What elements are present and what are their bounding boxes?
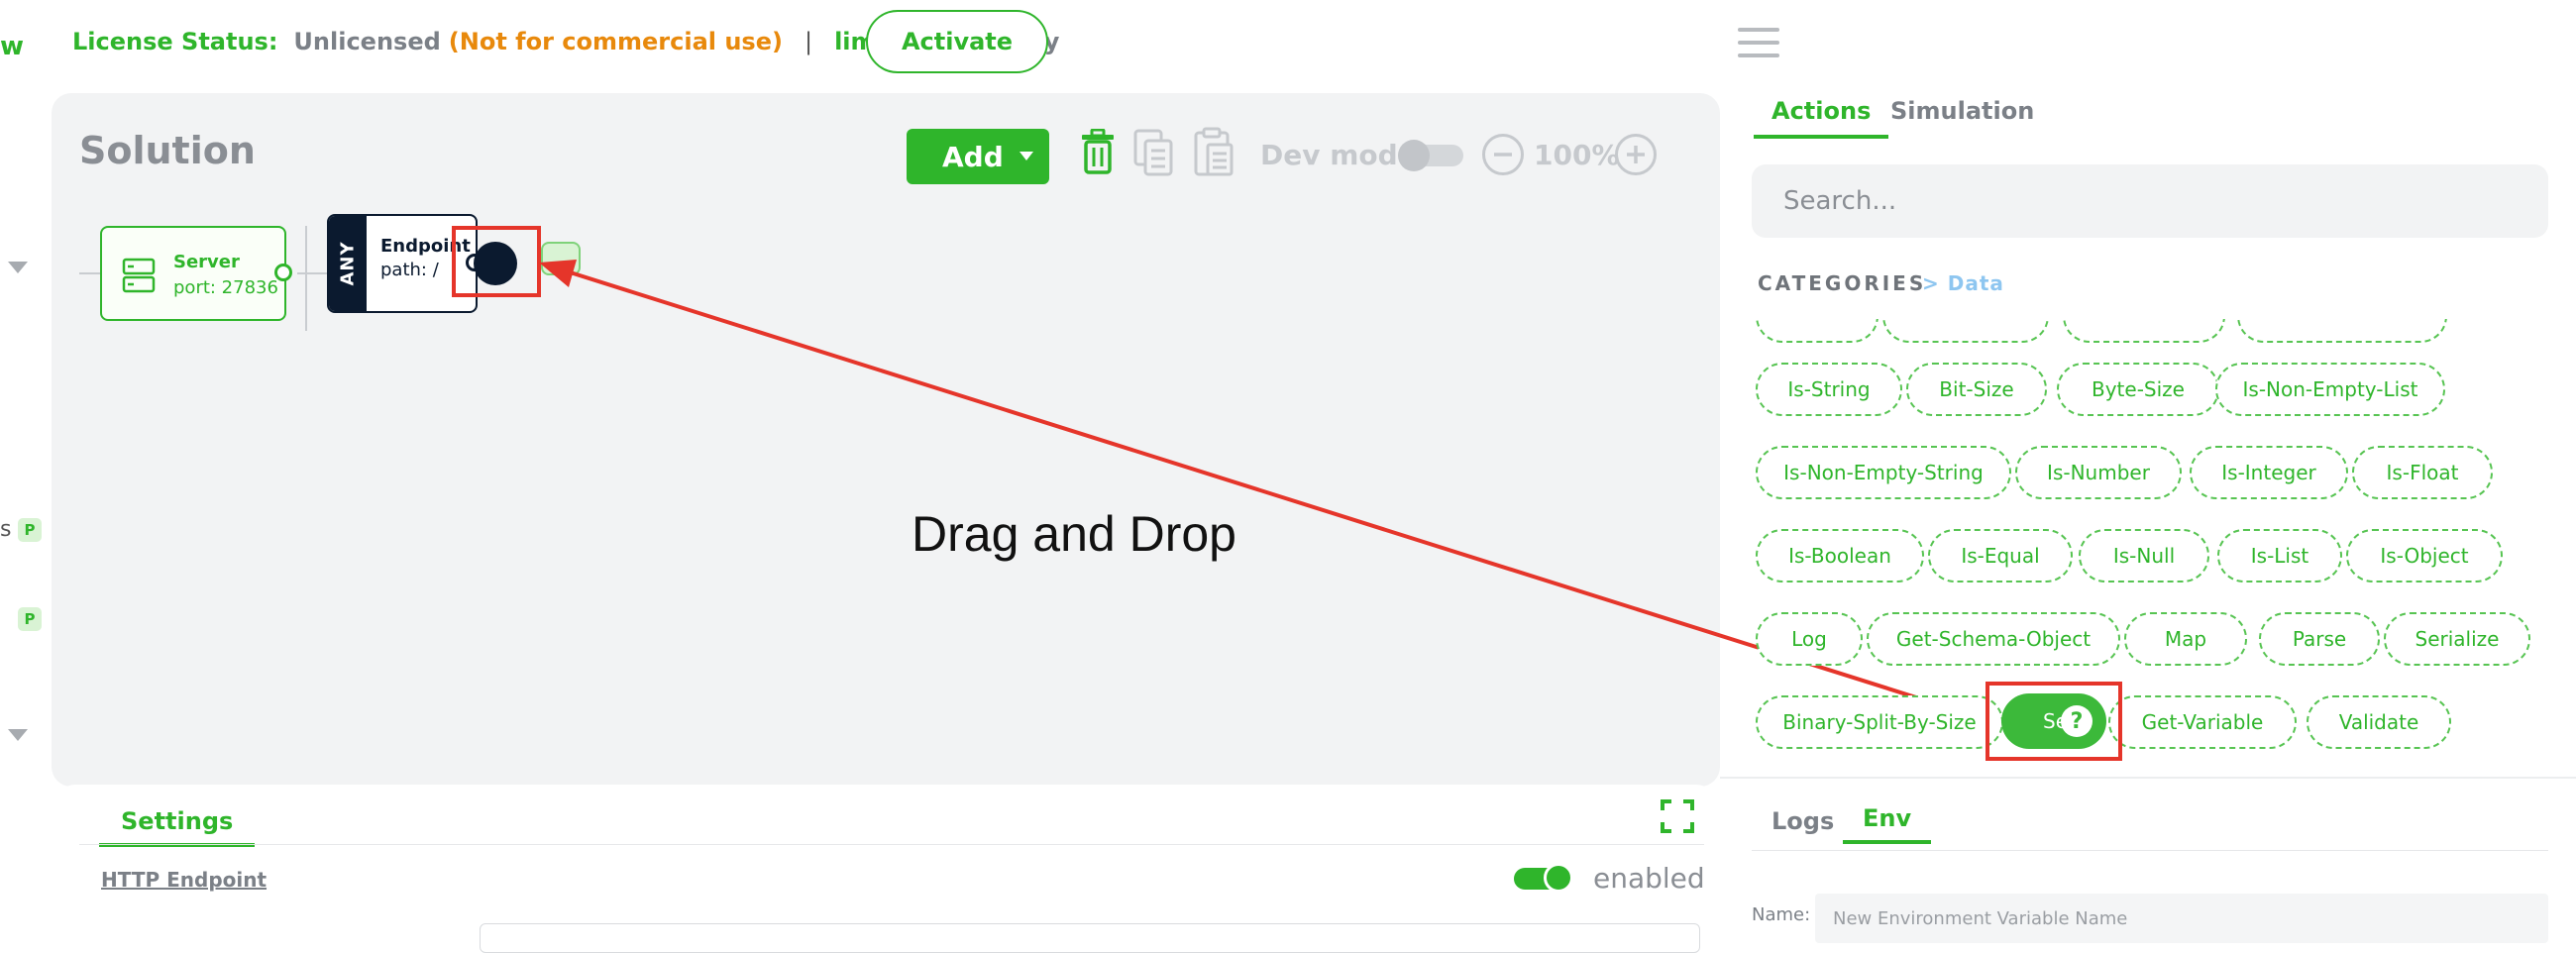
action-chip[interactable] xyxy=(1882,319,2049,343)
tab-settings[interactable]: Settings xyxy=(99,807,256,847)
tab-actions[interactable]: Actions xyxy=(1754,97,1889,139)
tab-env[interactable]: Env xyxy=(1843,804,1932,844)
action-chip[interactable]: Is-List xyxy=(2217,529,2342,582)
action-chip[interactable]: Parse xyxy=(2259,612,2380,666)
env-name-label: Name: xyxy=(1752,904,1811,925)
enabled-toggle[interactable] xyxy=(1514,863,1573,893)
tab-logs[interactable]: Logs xyxy=(1771,807,1834,835)
action-chip[interactable]: Byte-Size xyxy=(2057,363,2219,416)
action-chip[interactable]: Binary-Split-By-Size xyxy=(1756,695,2003,749)
tab-simulation[interactable]: Simulation xyxy=(1890,97,2034,125)
action-chip[interactable]: Validate xyxy=(2307,695,2451,749)
toggle-knob xyxy=(1544,863,1573,893)
settings-field[interactable] xyxy=(480,923,1700,953)
action-chip[interactable]: Is-Non-Empty-List xyxy=(2215,363,2445,416)
env-name-input[interactable]: New Environment Variable Name xyxy=(1815,894,2548,943)
action-chip[interactable] xyxy=(2063,319,2225,343)
action-chip[interactable]: Get-Schema-Object xyxy=(1867,612,2120,666)
actions-list[interactable]: Is-String Bit-Size Byte-Size Is-Non-Empt… xyxy=(1746,319,2548,775)
categories-breadcrumb[interactable]: > Data xyxy=(1922,271,2004,295)
action-chip[interactable]: Is-Null xyxy=(2079,529,2209,582)
action-chip[interactable]: Is-Integer xyxy=(2190,446,2348,499)
action-chip[interactable] xyxy=(1756,319,1878,343)
menu-icon-bar xyxy=(1738,53,1779,57)
divider xyxy=(79,844,1704,845)
menu-icon[interactable] xyxy=(1738,28,1779,59)
action-chip[interactable]: Get-Variable xyxy=(2108,695,2297,749)
action-chip[interactable]: Is-String xyxy=(1756,363,1902,416)
action-chip[interactable]: Is-Float xyxy=(2352,446,2493,499)
menu-icon-bar xyxy=(1738,41,1779,45)
http-endpoint-link[interactable]: HTTP Endpoint xyxy=(101,868,267,892)
action-chip[interactable]: Bit-Size xyxy=(1906,363,2047,416)
action-chip[interactable]: Is-Boolean xyxy=(1756,529,1924,582)
divider xyxy=(1752,850,2548,851)
action-chip[interactable]: Is-Object xyxy=(2346,529,2503,582)
fullscreen-icon[interactable] xyxy=(1660,798,1695,834)
action-chip[interactable]: Is-Non-Empty-String xyxy=(1756,446,2011,499)
action-chip[interactable]: Log xyxy=(1756,612,1863,666)
action-chip[interactable]: Is-Equal xyxy=(1928,529,2073,582)
actions-search-input[interactable]: Search... xyxy=(1752,164,2548,238)
categories-label: CATEGORIES xyxy=(1758,271,1927,295)
enabled-label: enabled xyxy=(1593,862,1705,895)
divider xyxy=(1720,777,2576,779)
menu-icon-bar xyxy=(1738,28,1779,32)
drag-source-highlight xyxy=(1986,682,2122,761)
action-chip[interactable]: Map xyxy=(2124,612,2247,666)
action-chip[interactable] xyxy=(2237,319,2447,343)
action-chip[interactable]: Serialize xyxy=(2384,612,2530,666)
action-chip[interactable]: Is-Number xyxy=(2015,446,2182,499)
